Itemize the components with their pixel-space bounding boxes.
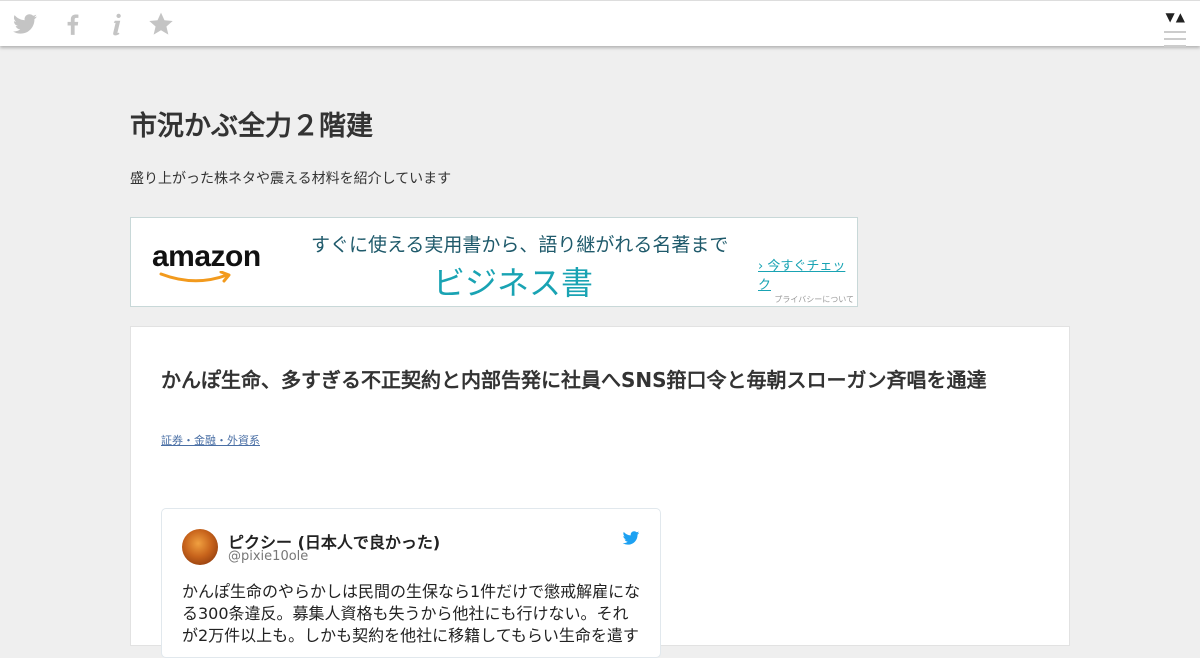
tweet-text: かんぽ生命のやらかしは民間の生保なら1件だけで懲戒解雇になる300条違反。募集人…: [182, 582, 641, 645]
star-icon[interactable]: [148, 11, 174, 37]
ad-tagline: すぐに使える実用書から、語り継がれる名著まで: [311, 234, 729, 256]
site-description: 盛り上がった株ネタや震える材料を紹介しています: [130, 171, 452, 187]
post-title[interactable]: かんぽ生命、多すぎる不正契約と内部告発に社員へSNS箝口令と毎朝スローガン斉唱を…: [161, 367, 1041, 394]
ad-privacy-link[interactable]: プライバシーについて: [774, 294, 854, 305]
info-icon[interactable]: [104, 11, 130, 37]
facebook-icon[interactable]: [60, 11, 86, 37]
ad-cta-link[interactable]: › 今すぐチェック: [758, 255, 857, 293]
scroll-arrows[interactable]: ▼▲: [1166, 10, 1186, 24]
article-card: かんぽ生命、多すぎる不正契約と内部告発に社員へSNS箝口令と毎朝スローガン斉唱を…: [130, 326, 1070, 658]
twitter-bird-icon[interactable]: [622, 529, 640, 547]
avatar[interactable]: [182, 529, 218, 565]
twitter-icon[interactable]: [12, 11, 38, 37]
amazon-ad-banner[interactable]: amazon すぐに使える実用書から、語り継がれる名著まで ビジネス書 › 今す…: [130, 217, 858, 307]
embedded-tweet[interactable]: ピクシー (日本人で良かった) @pixie10ole かんぽ生命のやらかしは民…: [161, 508, 661, 658]
top-bar: ▼▲: [0, 0, 1200, 47]
tweet-author-handle[interactable]: @pixie10ole: [228, 549, 308, 564]
menu-icon[interactable]: [1164, 31, 1186, 52]
amazon-logo: amazon: [152, 240, 261, 273]
site-title[interactable]: 市況かぶ全力２階建: [130, 104, 373, 143]
post-category-link[interactable]: 証券・金融・外資系: [161, 432, 260, 448]
amazon-smile-icon: [159, 271, 231, 283]
ad-headline: ビジネス書: [433, 264, 594, 302]
